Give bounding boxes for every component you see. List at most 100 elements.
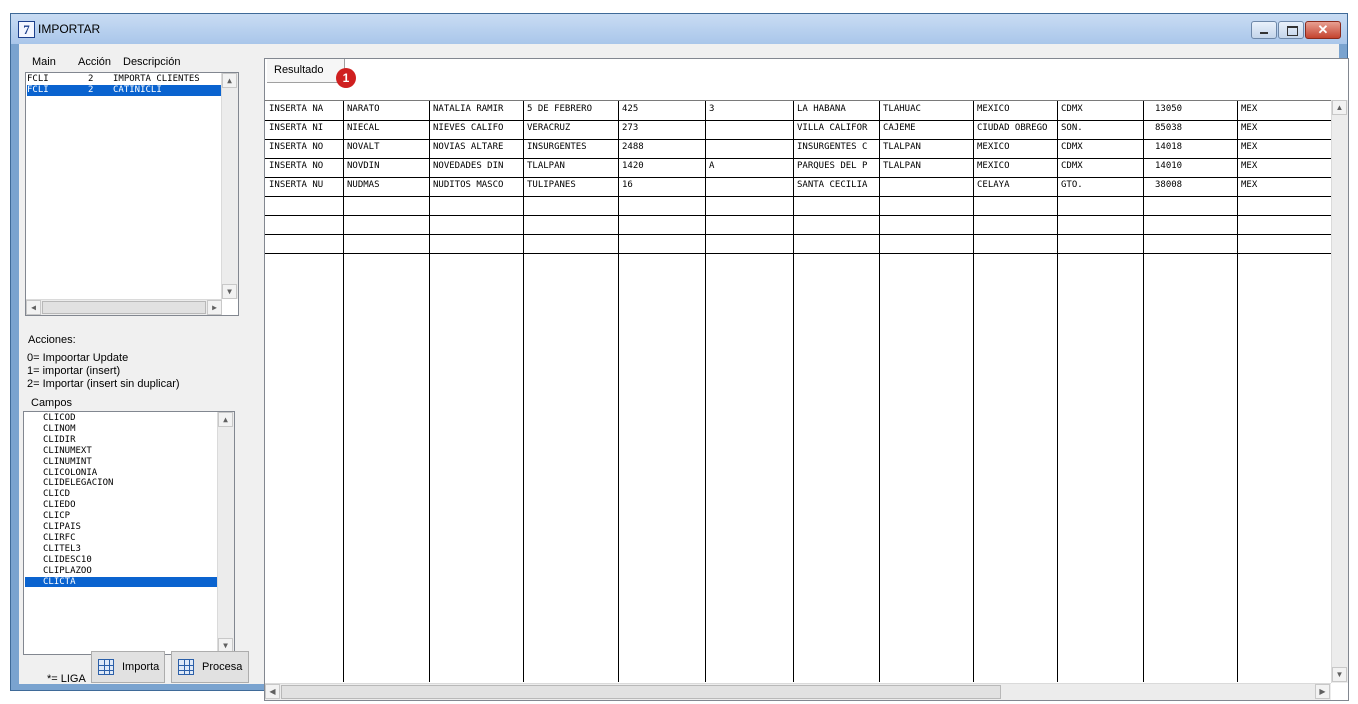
grid-cell[interactable]: SON.	[1057, 120, 1143, 139]
grid-cell[interactable]: VERACRUZ	[523, 120, 618, 139]
grid-cell[interactable]: INSERTA NI	[265, 120, 343, 139]
grid-cell[interactable]	[879, 196, 973, 215]
grid-cell[interactable]	[705, 177, 793, 196]
grid-cell[interactable]: MEX	[1237, 158, 1331, 177]
grid-cell[interactable]: CDMX	[1057, 139, 1143, 158]
campo-list-item[interactable]: CLINUMEXT	[25, 446, 218, 456]
grid-cell[interactable]	[618, 196, 705, 215]
grid-cell[interactable]: NOVIAS ALTARE	[429, 139, 523, 158]
maximize-button[interactable]	[1278, 21, 1304, 39]
grid-cell[interactable]: NOVALT	[343, 139, 429, 158]
campo-list-item[interactable]: CLIPLAZOO	[25, 566, 218, 576]
campo-list-item[interactable]: CLIDESC10	[25, 555, 218, 565]
grid-cell[interactable]: MEX	[1237, 139, 1331, 158]
grid-cell[interactable]	[705, 196, 793, 215]
grid-cell[interactable]: INSURGENTES	[523, 139, 618, 158]
grid-cell[interactable]	[879, 177, 973, 196]
grid-cell[interactable]: NATALIA RAMIR	[429, 101, 523, 120]
grid-cell[interactable]: NUDITOS MASCO	[429, 177, 523, 196]
importa-button[interactable]: Importa	[91, 651, 165, 683]
grid-cell[interactable]	[343, 215, 429, 234]
grid-cell[interactable]: NARATO	[343, 101, 429, 120]
grid-cell[interactable]: CIUDAD OBREGO	[973, 120, 1057, 139]
grid-cell[interactable]	[973, 234, 1057, 253]
grid-cell[interactable]	[1057, 196, 1143, 215]
grid-cell[interactable]: CELAYA	[973, 177, 1057, 196]
grid-cell[interactable]: 1420	[618, 158, 705, 177]
grid-cell[interactable]	[793, 215, 879, 234]
main-listbox[interactable]: FCLI 2 IMPORTA CLIENTES FCLI 2 CATINICLI ▲ ▼…	[25, 72, 239, 316]
main-horizontal-scrollbar[interactable]: ◀ ▶	[26, 299, 222, 315]
scroll-thumb[interactable]	[42, 301, 206, 314]
grid-cell[interactable]: INSERTA NO	[265, 158, 343, 177]
grid-cell[interactable]	[1143, 215, 1237, 234]
tab-resultado[interactable]: Resultado	[267, 59, 345, 83]
scroll-up-icon[interactable]: ▲	[1332, 100, 1347, 115]
grid-cell[interactable]: INSERTA NU	[265, 177, 343, 196]
close-button[interactable]: ✕	[1305, 21, 1341, 39]
grid-cell[interactable]: MEXICO	[973, 139, 1057, 158]
grid-cell[interactable]: 13050	[1143, 101, 1237, 120]
grid-cell[interactable]	[793, 234, 879, 253]
grid-vertical-scrollbar[interactable]: ▲ ▼	[1331, 100, 1348, 683]
grid-cell[interactable]: MEX	[1237, 101, 1331, 120]
campos-vertical-scrollbar[interactable]: ▲ ▼	[217, 412, 234, 654]
scroll-up-icon[interactable]: ▲	[218, 412, 233, 427]
grid-cell[interactable]	[523, 215, 618, 234]
grid-cell[interactable]	[705, 120, 793, 139]
grid-cell[interactable]: 425	[618, 101, 705, 120]
grid-cell[interactable]	[618, 234, 705, 253]
grid-cell[interactable]	[429, 234, 523, 253]
grid-cell[interactable]	[429, 215, 523, 234]
scroll-left-icon[interactable]: ◀	[265, 684, 280, 699]
grid-cell[interactable]: CAJEME	[879, 120, 973, 139]
grid-cell[interactable]: 3	[705, 101, 793, 120]
grid-cell[interactable]: TLALPAN	[879, 158, 973, 177]
grid-cell[interactable]	[879, 215, 973, 234]
grid-cell[interactable]	[265, 196, 343, 215]
grid-cell[interactable]: NIECAL	[343, 120, 429, 139]
result-grid[interactable]: Resultado 1 INSERTA NA NARATO NATALIA RAMI…	[264, 58, 1349, 701]
grid-cell[interactable]: INSURGENTES C	[793, 139, 879, 158]
scroll-right-icon[interactable]: ▶	[1315, 684, 1330, 699]
campo-list-item[interactable]: CLIEDO	[25, 500, 218, 510]
grid-cell[interactable]: TLALPAN	[523, 158, 618, 177]
campos-listbox[interactable]: CLICOD CLINOM CLIDIR CLINUMEXT CLINUMINT CLIC…	[23, 411, 235, 655]
grid-cell[interactable]	[265, 234, 343, 253]
grid-cell[interactable]	[1237, 196, 1331, 215]
scroll-right-icon[interactable]: ▶	[207, 300, 222, 315]
grid-cell[interactable]	[1057, 215, 1143, 234]
grid-cell[interactable]: CDMX	[1057, 158, 1143, 177]
grid-cell[interactable]: 38008	[1143, 177, 1237, 196]
procesa-button[interactable]: Procesa	[171, 651, 249, 683]
grid-cell[interactable]	[705, 139, 793, 158]
grid-cell[interactable]	[429, 196, 523, 215]
grid-cell[interactable]: TLAHUAC	[879, 101, 973, 120]
grid-cell[interactable]	[523, 234, 618, 253]
grid-cell[interactable]: MEXICO	[973, 158, 1057, 177]
title-bar[interactable]: 7 IMPORTAR ✕	[11, 14, 1347, 44]
grid-cell[interactable]	[1143, 234, 1237, 253]
main-vertical-scrollbar[interactable]: ▲ ▼	[221, 73, 238, 299]
grid-cell[interactable]	[973, 196, 1057, 215]
grid-cell[interactable]	[1057, 234, 1143, 253]
grid-cell[interactable]: NOVEDADES DIN	[429, 158, 523, 177]
main-list-item-selected[interactable]: FCLI 2 CATINICLI	[27, 85, 222, 96]
grid-cell[interactable]	[705, 215, 793, 234]
grid-cell[interactable]: 2488	[618, 139, 705, 158]
scroll-thumb[interactable]	[281, 685, 1001, 699]
grid-cell[interactable]	[343, 196, 429, 215]
grid-cell[interactable]: GTO.	[1057, 177, 1143, 196]
campo-list-item[interactable]: CLICP	[25, 511, 218, 521]
grid-cell[interactable]	[1143, 196, 1237, 215]
grid-cell[interactable]	[879, 234, 973, 253]
grid-cell[interactable]: NOVDIN	[343, 158, 429, 177]
scroll-left-icon[interactable]: ◀	[26, 300, 41, 315]
grid-cell[interactable]	[1237, 234, 1331, 253]
campo-list-item[interactable]: CLICTA	[25, 576, 218, 587]
grid-cell[interactable]: 14018	[1143, 139, 1237, 158]
grid-cell[interactable]: LA HABANA	[793, 101, 879, 120]
minimize-button[interactable]	[1251, 21, 1277, 39]
grid-cell[interactable]: CDMX	[1057, 101, 1143, 120]
campo-list-item[interactable]: CLIRFC	[25, 533, 218, 543]
